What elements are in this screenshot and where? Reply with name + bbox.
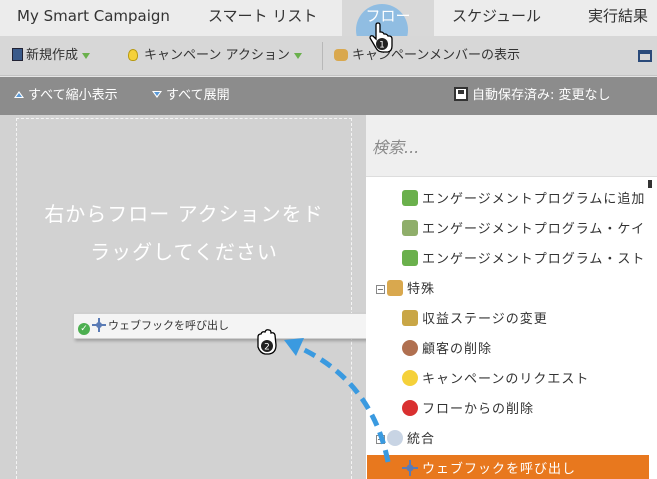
drag-arrow <box>284 338 391 463</box>
tab-flow-label: フロー <box>365 7 411 25</box>
arrow-head-icon <box>284 338 304 356</box>
hand-cursor-icon: 1 <box>369 22 393 53</box>
cursor-step-2: 2 <box>264 343 270 353</box>
drag-path <box>294 343 391 463</box>
cursor-step-1: 1 <box>379 41 385 51</box>
grab-cursor-icon: 2 <box>257 329 277 355</box>
